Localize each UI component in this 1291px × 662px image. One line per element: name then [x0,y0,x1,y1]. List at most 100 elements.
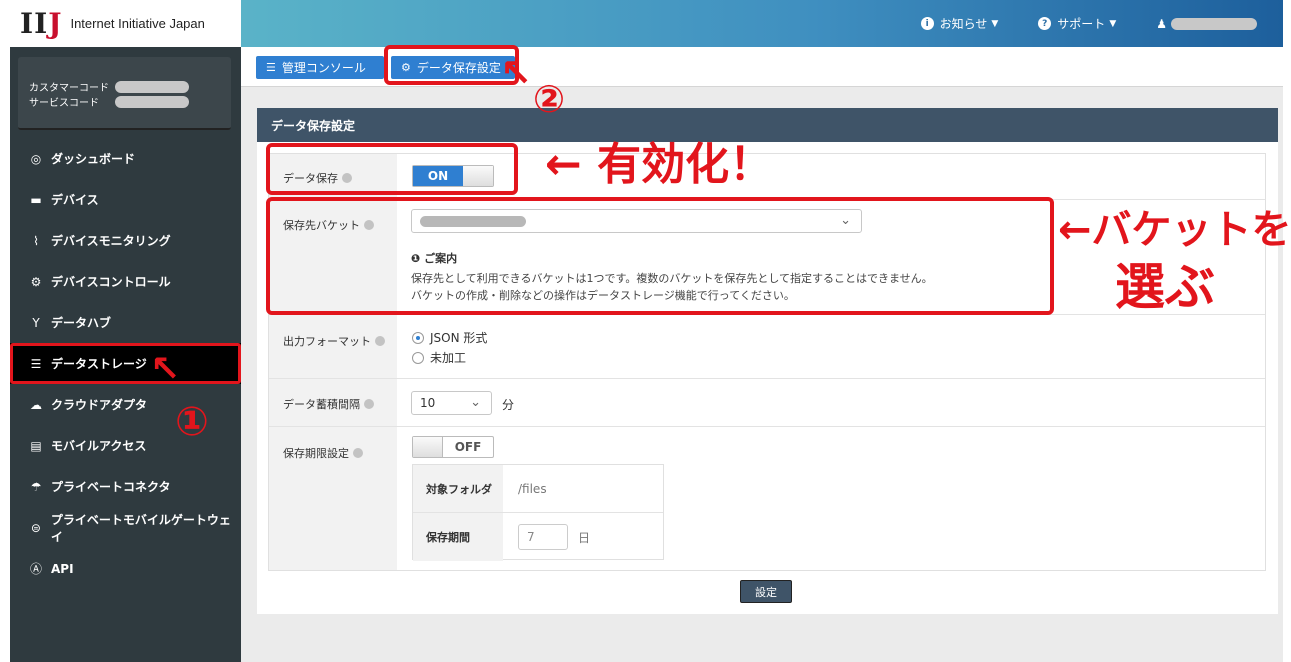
row-label: 出力フォーマット [269,315,397,378]
sidebar-item-device[interactable]: ▬ デバイス [10,179,241,220]
notice-menu[interactable]: i お知らせ ▼ [920,15,998,32]
caret-down-icon: ▼ [1109,18,1117,29]
row-body: ON [397,154,1265,199]
option-label: JSON 形式 [430,331,488,345]
sidebar: IIJ Internet Initiative Japan カスタマーコード サ… [10,0,241,662]
row-bucket: 保存先バケット ⌄ ❶ ご案内 保存先として利用できるバケットは1つです。複数の… [269,200,1265,315]
row-data-save: データ保存 ON [269,154,1265,200]
sidebar-item-data-hub[interactable]: Y データハブ [10,302,241,343]
help-icon[interactable] [364,220,374,230]
sidebar-item-label: API [51,561,74,576]
settings-form: データ保存 ON 保存先バケット ⌄ ❶ ご案内 保存先として利用できるバケット… [268,153,1266,571]
logo-mark: IIJ [20,7,63,40]
row-body: 10 ⌄ 分 [397,379,1265,426]
format-option-raw[interactable]: 未加工 [412,349,466,366]
service-code-redacted [115,95,189,108]
folder-label: 対象フォルダ [413,465,503,512]
sidebar-item-data-storage[interactable]: ☰ データストレージ [10,343,241,384]
row-body: OFF 対象フォルダ /files 保存期間 7 日 [397,427,1265,570]
tab-label: データ保存設定 [416,61,501,75]
interval-unit: 分 [502,398,515,412]
info-icon: ❶ [411,252,421,265]
interval-value: 10 [420,396,436,410]
bucket-name-redacted [420,215,526,227]
settings-panel: データ保存設定 データ保存 ON 保存先バケット ⌄ ❶ ご案内 保存先として利… [257,108,1278,614]
customer-code-label: カスタマーコード [29,83,109,94]
sidebar-item-label: データハブ [51,316,112,330]
row-body: JSON 形式 未加工 [397,315,1265,378]
user-menu[interactable]: ♟ [1156,17,1257,31]
toggle-state: OFF [454,440,482,454]
bucket-select[interactable]: ⌄ [411,209,862,233]
sidebar-item-private-connector[interactable]: ☂ プライベートコネクタ [10,466,241,507]
retention-subtable: 対象フォルダ /files 保存期間 7 日 [412,464,664,561]
info-title: ❶ ご案内 [411,250,457,266]
sidebar-item-cloud-adapter[interactable]: ☁ クラウドアダプタ [10,384,241,425]
fork-icon: Y [32,315,40,330]
sidebar-item-label: データストレージ [51,357,147,371]
tab-bar: ☰ 管理コンソール ⚙ データ保存設定 [241,47,1283,87]
subtable-row: 保存期間 7 日 [413,513,663,561]
tab-management-console[interactable]: ☰ 管理コンソール [256,56,384,79]
submit-button[interactable]: 設定 [740,580,792,603]
chevron-down-icon: ⌄ [470,395,481,410]
help-icon[interactable] [364,399,374,409]
help-icon[interactable] [342,173,352,183]
interval-select[interactable]: 10 ⌄ [411,391,492,415]
logo[interactable]: IIJ Internet Initiative Japan [10,0,241,47]
account-codes: カスタマーコード サービスコード [18,57,231,130]
router-icon: ▬ [30,192,42,207]
subtable-row: 対象フォルダ /files [413,465,663,513]
period-input[interactable]: 7 [518,524,568,550]
main-content: ☰ 管理コンソール ⚙ データ保存設定 データ保存設定 データ保存 ON 保存先… [241,47,1283,662]
row-label: 保存期限設定 [269,427,397,570]
retention-label: 保存期限設定 [283,447,349,460]
sidebar-item-private-mobile-gateway[interactable]: ⊜ プライベートモバイルゲートウェイ [10,507,241,548]
info-line: バケットの作成・削除などの操作はデータストレージ機能で行ってください。 [411,289,795,302]
tab-label: 管理コンソール [281,61,366,75]
sidebar-item-label: デバイス [51,193,99,207]
sidebar-item-api[interactable]: Ⓐ API [10,548,241,589]
sidebar-item-label: プライベートモバイルゲートウェイ [50,512,231,544]
sidebar-item-label: デバイスコントロール [51,275,171,289]
format-label: 出力フォーマット [283,335,371,348]
help-icon[interactable] [353,448,363,458]
row-output-format: 出力フォーマット JSON 形式 未加工 [269,315,1265,379]
period-label: 保存期間 [413,513,503,561]
bucket-label: 保存先バケット [283,219,360,232]
cloud-lock-icon: ☂ [30,479,42,494]
pulse-icon: ⌇ [33,233,39,248]
sim-icon: ▤ [30,438,42,453]
gear-icon: ⚙ [401,61,411,74]
interval-label: データ蓄積間隔 [283,398,360,411]
top-header: i お知らせ ▼ ? サポート ▼ ♟ [241,0,1283,47]
cloud-icon: ☁ [30,397,42,412]
row-label: 保存先バケット [269,200,397,314]
toggle-knob [463,166,493,186]
folder-value: /files [518,481,547,496]
row-label: データ保存 [269,154,397,199]
sidebar-item-device-monitoring[interactable]: ⌇ デバイスモニタリング [10,220,241,261]
sidebar-item-mobile-access[interactable]: ▤ モバイルアクセス [10,425,241,466]
chevron-down-icon: ⌄ [840,213,851,228]
sidebar-item-device-control[interactable]: ⚙ デバイスコントロール [10,261,241,302]
service-code-label: サービスコード [29,98,99,109]
sidebar-item-label: プライベートコネクタ [51,480,171,494]
format-option-json[interactable]: JSON 形式 [412,329,487,346]
sidebar-item-label: デバイスモニタリング [51,234,171,248]
data-save-toggle[interactable]: ON [412,165,494,187]
data-save-label: データ保存 [283,172,338,185]
radio-selected [412,331,424,344]
tab-data-save-settings[interactable]: ⚙ データ保存設定 [391,56,515,79]
sidebar-item-label: モバイルアクセス [51,439,147,453]
sidebar-item-dashboard[interactable]: ◎ ダッシュボード [10,138,241,179]
sidebar-item-label: クラウドアダプタ [51,398,148,412]
panel-title: データ保存設定 [257,108,1278,142]
row-interval: データ蓄積間隔 10 ⌄ 分 [269,379,1265,427]
sidebar-item-label: ダッシュボード [51,152,136,166]
support-menu[interactable]: ? サポート ▼ [1038,15,1116,32]
question-icon: ? [1038,17,1052,30]
help-icon[interactable] [375,336,385,346]
toggle-knob [413,437,443,457]
retention-toggle[interactable]: OFF [412,436,494,458]
